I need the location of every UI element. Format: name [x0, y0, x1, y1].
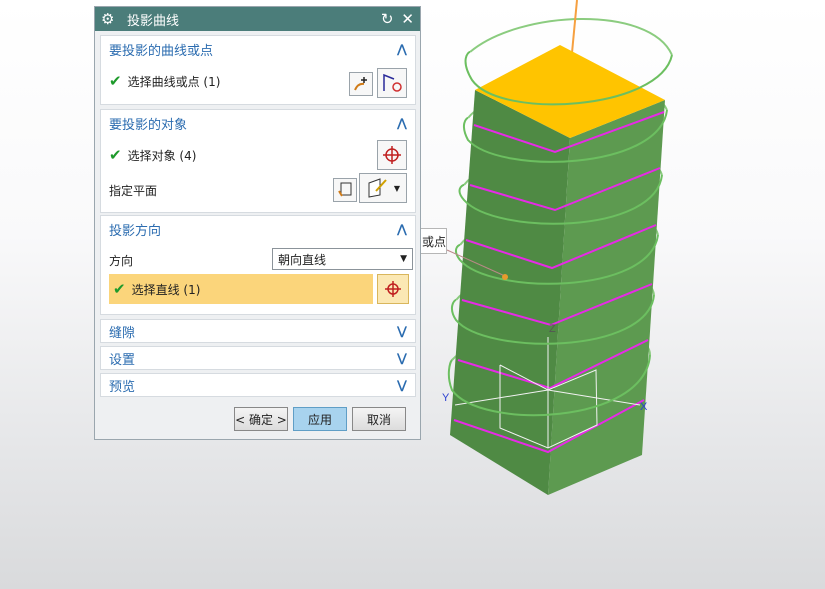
close-icon[interactable]: ✕: [401, 10, 414, 28]
select-object-icon[interactable]: [377, 140, 407, 170]
section-curves-header[interactable]: 要投影的曲线或点 ⋀: [101, 36, 415, 62]
select-line-icon[interactable]: [377, 274, 409, 304]
chevron-up-icon[interactable]: ⋀: [397, 42, 407, 56]
section-gap-header[interactable]: 缝隙 ⋁: [101, 320, 415, 342]
chevron-down-icon[interactable]: ⋁: [397, 351, 407, 365]
curve-rule-icon[interactable]: [349, 72, 373, 96]
axis-label-y: Y: [442, 392, 450, 404]
apply-button[interactable]: 应用: [293, 407, 347, 431]
select-curve-label: 选择曲线或点 (1): [127, 74, 221, 89]
project-curve-dialog: ⚙ 投影曲线 ↻ ✕ 要投影的曲线或点 ⋀ ✔ 选择曲线或点 (1) 要投影的对…: [94, 6, 421, 440]
plane-dialog-icon[interactable]: [333, 178, 357, 202]
section-gap-title: 缝隙: [109, 325, 136, 341]
section-settings-title: 设置: [109, 352, 136, 368]
section-settings[interactable]: 设置 ⋁: [100, 346, 416, 370]
chevron-down-icon: ▼: [393, 183, 401, 193]
select-line-row[interactable]: ✔ 选择直线 (1): [109, 274, 373, 304]
ok-button[interactable]: < 确定 >: [234, 407, 288, 431]
dialog-titlebar[interactable]: ⚙ 投影曲线 ↻ ✕: [95, 7, 420, 31]
section-curves-title: 要投影的曲线或点: [109, 43, 214, 59]
section-objects: 要投影的对象 ⋀ ✔ 选择对象 (4) 指定平面 ▼: [100, 109, 416, 213]
direction-select[interactable]: 朝向直线 ▼: [272, 248, 413, 270]
section-direction: 投影方向 ⋀ 方向 朝向直线 ▼ ✔ 选择直线 (1): [100, 215, 416, 315]
cancel-button[interactable]: 取消: [352, 407, 406, 431]
tooltip-text: 或点: [422, 234, 447, 249]
axis-label-x: X: [640, 401, 648, 413]
select-line-label: 选择直线 (1): [131, 282, 201, 297]
dialog-title: 投影曲线: [127, 13, 180, 29]
direction-label: 方向: [109, 254, 134, 268]
check-icon: ✔: [109, 146, 122, 164]
section-objects-header[interactable]: 要投影的对象 ⋀: [101, 110, 415, 136]
section-settings-header[interactable]: 设置 ⋁: [101, 347, 415, 369]
plane-type-dropdown[interactable]: ▼: [359, 173, 407, 203]
section-direction-header[interactable]: 投影方向 ⋀: [101, 216, 415, 242]
check-icon: ✔: [113, 280, 126, 298]
specify-plane-label: 指定平面: [109, 184, 158, 198]
section-preview[interactable]: 预览 ⋁: [100, 373, 416, 397]
select-curve-icon[interactable]: [377, 68, 407, 98]
gear-icon[interactable]: ⚙: [101, 10, 119, 28]
chevron-up-icon[interactable]: ⋀: [397, 116, 407, 130]
axis-label-z: Z: [549, 323, 556, 335]
section-preview-title: 预览: [109, 379, 136, 395]
chevron-up-icon[interactable]: ⋀: [397, 222, 407, 236]
reset-icon[interactable]: ↻: [381, 10, 394, 28]
direction-value: 朝向直线: [278, 252, 327, 267]
chevron-down-icon: ▼: [400, 254, 407, 264]
select-object-label: 选择对象 (4): [127, 148, 197, 163]
section-gap[interactable]: 缝隙 ⋁: [100, 319, 416, 343]
hover-tooltip: 或点: [420, 228, 447, 254]
selected-point: [502, 274, 508, 280]
section-curves: 要投影的曲线或点 ⋀ ✔ 选择曲线或点 (1): [100, 35, 416, 105]
chevron-down-icon[interactable]: ⋁: [397, 378, 407, 392]
section-preview-header[interactable]: 预览 ⋁: [101, 374, 415, 396]
check-icon: ✔: [109, 72, 122, 90]
section-direction-title: 投影方向: [109, 223, 162, 239]
section-objects-title: 要投影的对象: [109, 117, 188, 133]
select-object-row[interactable]: ✔ 选择对象 (4): [109, 146, 407, 164]
chevron-down-icon[interactable]: ⋁: [397, 324, 407, 338]
